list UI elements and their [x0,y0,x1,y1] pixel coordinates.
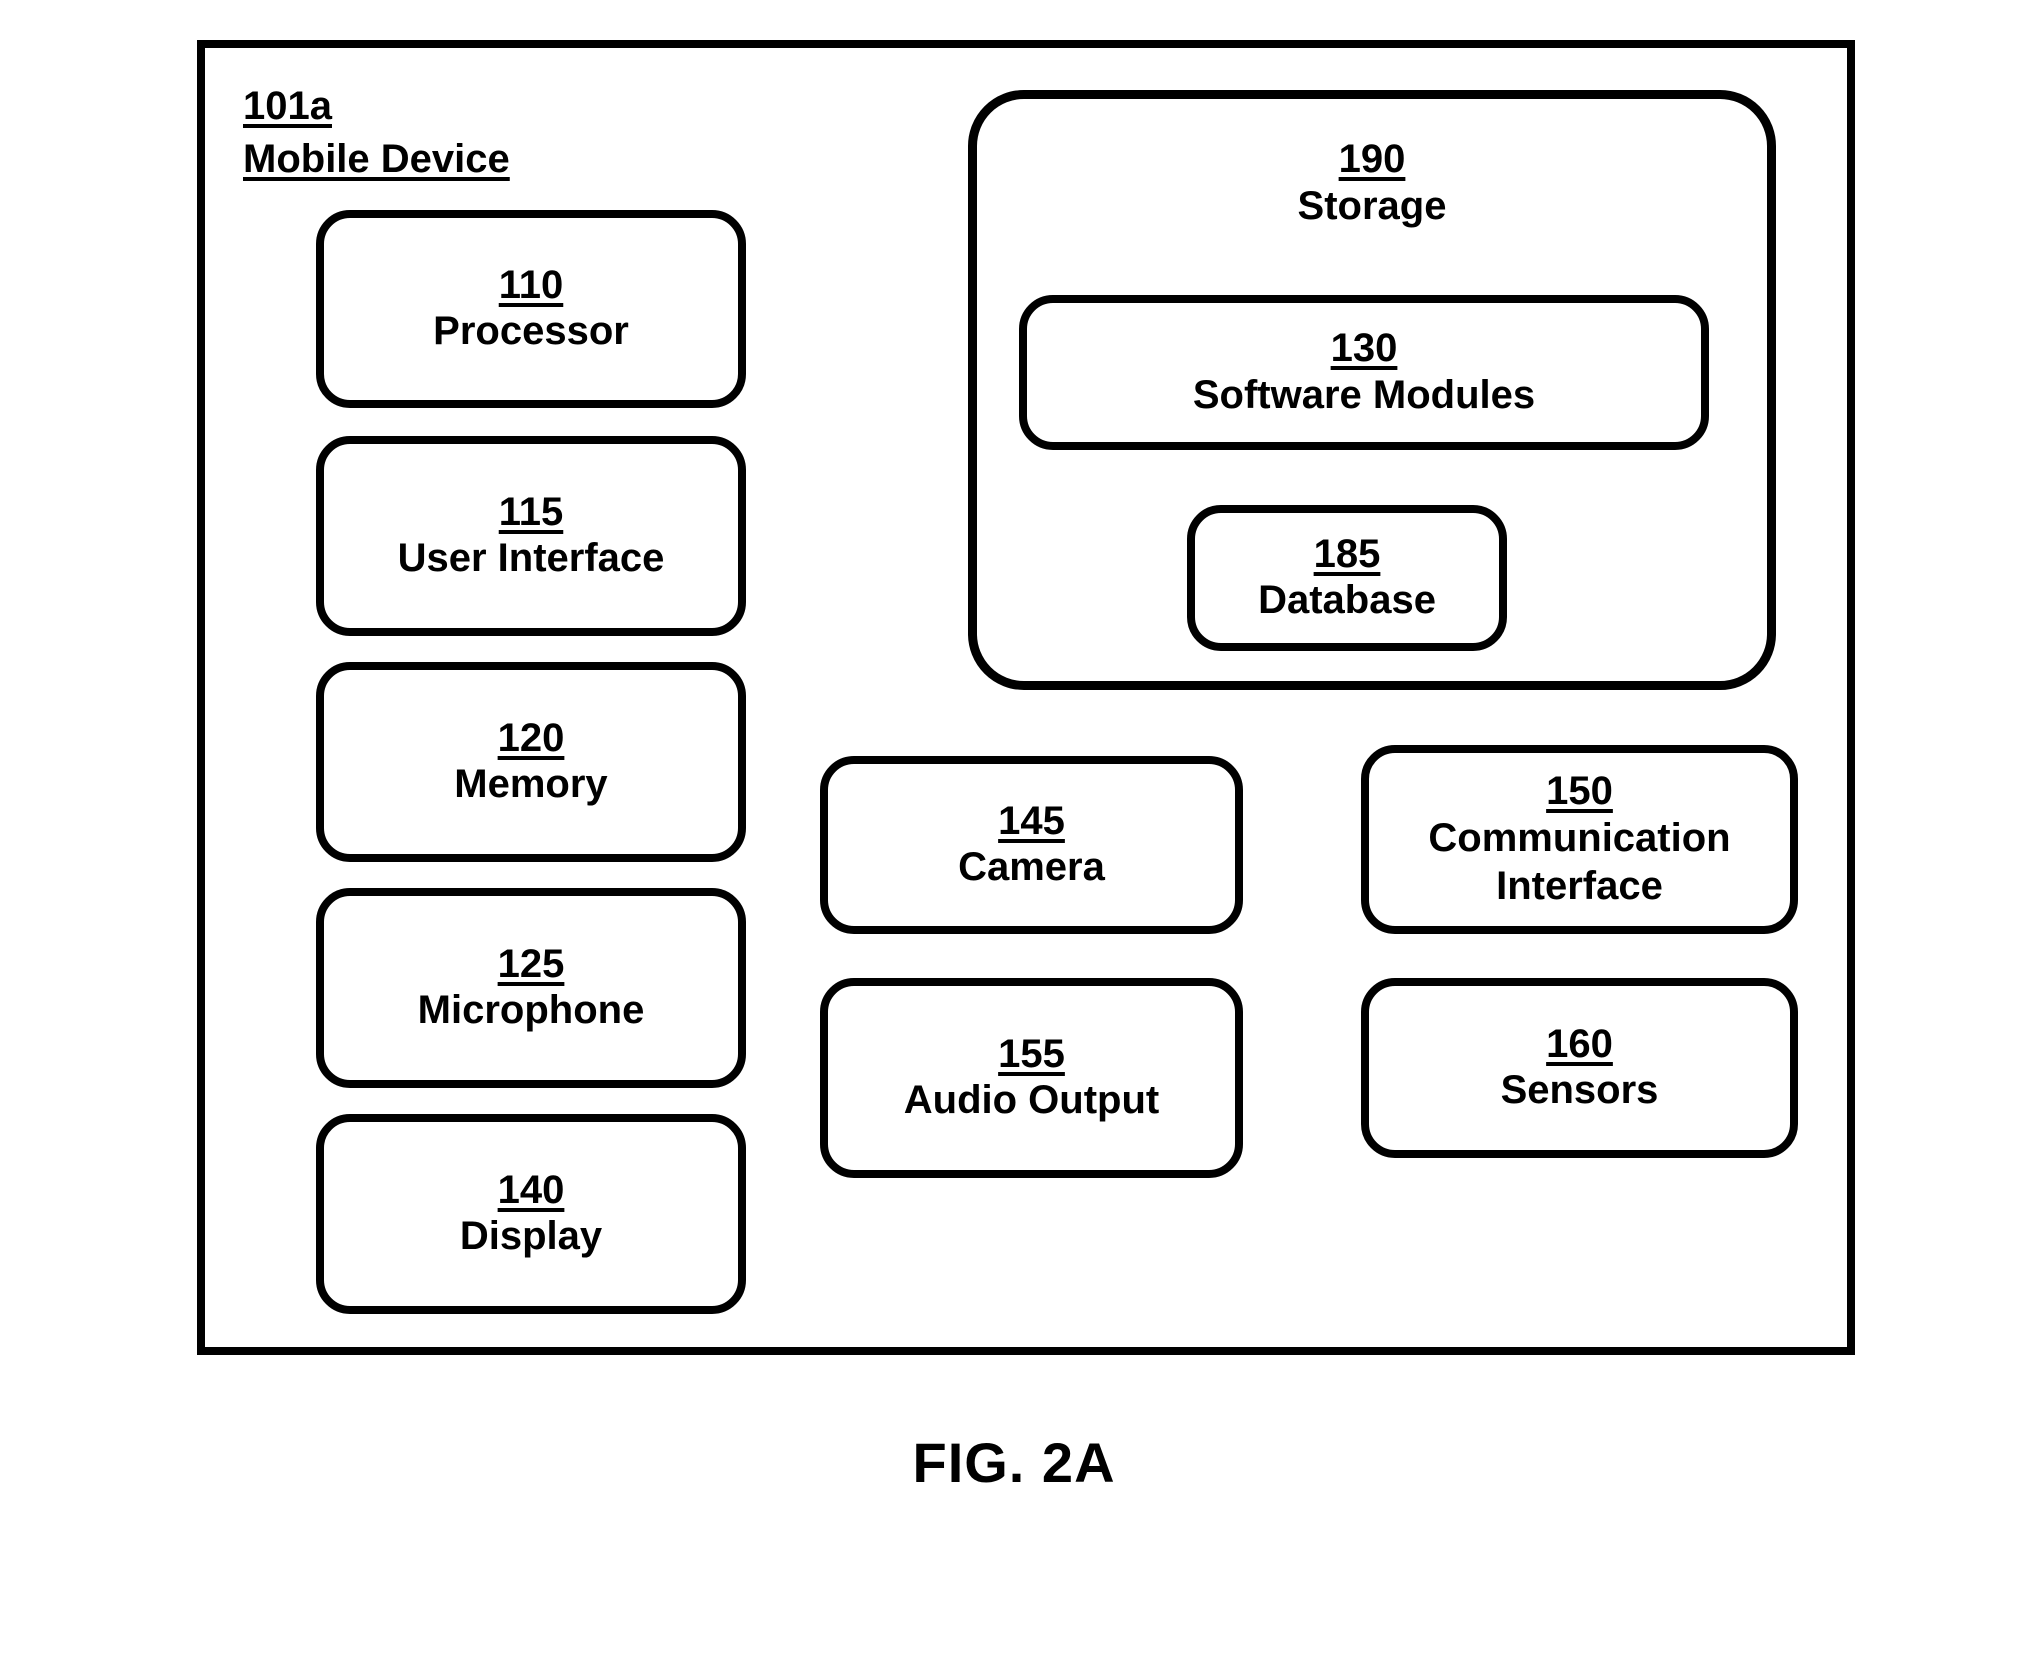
audio-output-reference-number: 155 [998,1031,1065,1076]
figure-2a: 101a Mobile Device 110 Processor 115 Use… [0,0,2028,1678]
component-box-user-interface: 115 User Interface [316,436,746,636]
database-reference-number: 185 [1313,531,1381,576]
device-name: Mobile Device [243,136,510,181]
sensors-label: Sensors [1500,1068,1659,1113]
component-box-audio-output: 155 Audio Output [820,978,1243,1178]
device-reference-number: 101a [243,84,332,128]
microphone-label: Microphone [417,988,645,1033]
component-box-processor: 110 Processor [316,210,746,408]
storage-reference-number: 190 [1338,137,1406,181]
figure-caption: FIG. 2A [912,1431,1116,1494]
software-modules-label: Software Modules [1192,372,1536,417]
mobile-device-frame: 101a Mobile Device 110 Processor 115 Use… [197,40,1855,1355]
camera-reference-number: 145 [998,798,1065,843]
component-box-storage: 190 Storage 130 Software Modules 185 Dat… [968,90,1776,690]
software-modules-reference-number: 130 [1330,326,1398,371]
display-reference-number: 140 [497,1167,565,1212]
component-box-sensors: 160 Sensors [1361,978,1798,1158]
component-box-database: 185 Database [1187,505,1507,651]
communication-interface-label: Communication Interface [1428,815,1731,908]
component-box-memory: 120 Memory [316,662,746,862]
component-box-display: 140 Display [316,1114,746,1314]
processor-label: Processor [433,309,629,354]
storage-header: 190 Storage [1288,137,1457,230]
communication-interface-reference-number: 150 [1546,769,1613,814]
component-box-software-modules: 130 Software Modules [1019,295,1709,450]
component-box-communication-interface: 150 Communication Interface [1361,745,1798,934]
audio-output-label: Audio Output [903,1078,1160,1123]
microphone-reference-number: 125 [497,941,565,986]
memory-reference-number: 120 [497,715,565,760]
database-label: Database [1258,578,1436,623]
storage-label: Storage [1297,183,1447,228]
processor-reference-number: 110 [498,262,564,307]
display-label: Display [459,1214,603,1259]
user-interface-label: User Interface [397,536,665,581]
memory-label: Memory [454,762,608,807]
component-box-camera: 145 Camera [820,756,1243,934]
camera-label: Camera [958,845,1105,890]
device-identifier: 101a Mobile Device [243,80,510,186]
user-interface-reference-number: 115 [498,489,564,534]
component-box-microphone: 125 Microphone [316,888,746,1088]
sensors-reference-number: 160 [1546,1021,1613,1066]
